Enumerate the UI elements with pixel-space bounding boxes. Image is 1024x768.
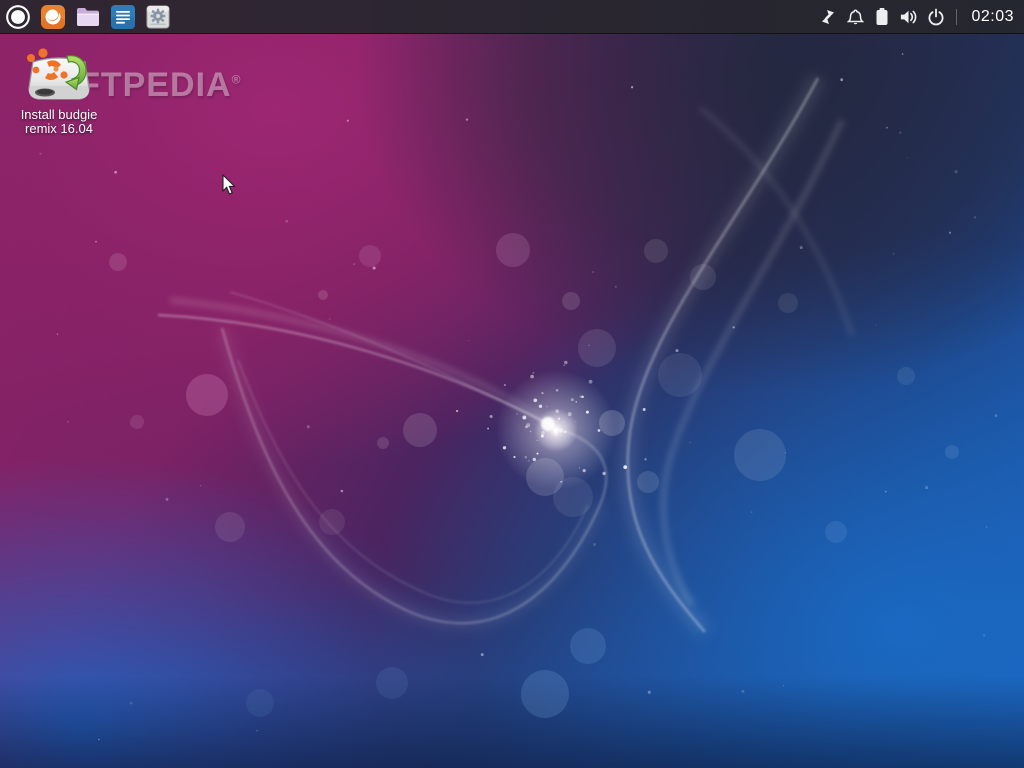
desktop-screen: SOFTPEDIA® (0, 0, 1024, 768)
panel-separator (956, 9, 957, 25)
network-indicator[interactable] (818, 5, 838, 29)
installer-drive-icon (23, 48, 95, 106)
volume-indicator[interactable] (899, 5, 919, 29)
panel-tray: 02:03 (818, 5, 1024, 29)
network-arrows-icon (819, 8, 837, 26)
registered-mark: ® (232, 73, 242, 87)
budgie-menu-button[interactable] (5, 4, 31, 30)
settings-gear-icon (146, 5, 170, 29)
battery-icon (875, 7, 889, 26)
panel-launchers (0, 4, 171, 30)
installer-label-line1: Install budgie (21, 108, 98, 122)
power-icon (927, 8, 945, 26)
bell-icon (847, 8, 864, 26)
wallpaper-effects (0, 0, 1024, 768)
panel-clock[interactable]: 02:03 (967, 8, 1014, 26)
text-editor-launcher[interactable] (110, 4, 136, 30)
installer-label-line2: remix 16.04 (21, 122, 98, 136)
firefox-launcher[interactable] (40, 4, 66, 30)
files-folder-icon (76, 6, 100, 28)
installer-icon-label: Install budgie remix 16.04 (21, 108, 98, 136)
top-panel: 02:03 (0, 0, 1024, 34)
settings-launcher[interactable] (145, 4, 171, 30)
firefox-icon (41, 5, 65, 29)
text-list-icon (111, 5, 135, 29)
power-button[interactable] (926, 5, 946, 29)
budgie-menu-icon (5, 2, 31, 32)
files-launcher[interactable] (75, 4, 101, 30)
volume-icon (899, 8, 919, 26)
notifications-indicator[interactable] (845, 5, 865, 29)
install-budgie-remix-desktop-icon[interactable]: Install budgie remix 16.04 (6, 48, 112, 136)
battery-indicator[interactable] (872, 5, 892, 29)
swirl-ribbon-right (628, 78, 852, 632)
